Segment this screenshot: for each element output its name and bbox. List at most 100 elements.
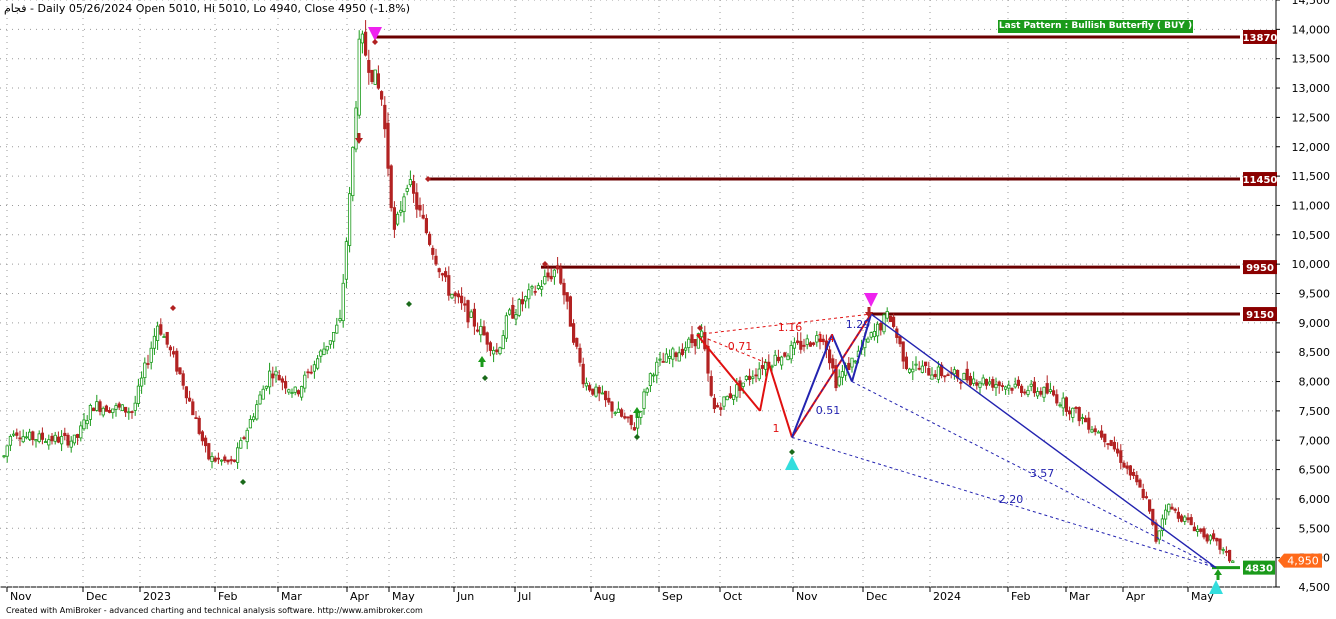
- candle-body: [748, 375, 752, 380]
- candle-body: [744, 375, 749, 380]
- candle-body: [463, 303, 467, 306]
- candle-body: [245, 429, 249, 443]
- y-tick-label: 13,000: [1292, 82, 1331, 95]
- candle-body: [981, 377, 985, 385]
- candle-body: [331, 332, 336, 342]
- candle-body: [165, 331, 169, 345]
- candle-body: [533, 290, 537, 293]
- candle-body: [946, 374, 950, 377]
- y-tick-label: 7,000: [1299, 434, 1331, 447]
- candle-body: [732, 394, 736, 400]
- candle-body: [328, 340, 333, 345]
- y-tick-label: 10,000: [1292, 258, 1331, 271]
- candle-body: [735, 384, 739, 398]
- candle-body: [88, 405, 92, 420]
- candle-body: [1026, 390, 1030, 395]
- candle-body: [597, 386, 601, 394]
- candle-body: [203, 437, 208, 447]
- candle-body: [677, 352, 681, 362]
- sell-signal-triangle: [368, 27, 382, 41]
- pattern-leg: [759, 363, 770, 412]
- candle-body: [927, 368, 931, 376]
- candle-body: [802, 344, 806, 347]
- candle-body: [485, 332, 489, 345]
- candle-body: [850, 357, 854, 368]
- candle-body: [466, 300, 470, 323]
- y-tick-label: 10,500: [1292, 229, 1331, 242]
- candle-body: [1077, 407, 1081, 422]
- candle-body: [917, 367, 921, 370]
- candle-body: [1058, 404, 1062, 407]
- candle-body: [610, 401, 614, 412]
- candle-body: [1148, 499, 1152, 512]
- candle-body: [751, 376, 755, 379]
- candle-body: [552, 269, 557, 278]
- candle-body: [840, 371, 845, 378]
- candle-body: [1173, 508, 1177, 511]
- candle-body: [831, 358, 835, 369]
- candle-body: [709, 376, 713, 396]
- candle-body: [370, 69, 374, 83]
- candle-body: [991, 379, 995, 388]
- candle-body: [162, 336, 166, 338]
- x-axis: Nov Dec 2023 Feb Mar Apr May Jun Jul Aug Sep Oct Nov…: [6, 587, 1214, 603]
- candle-body: [47, 439, 51, 446]
- candle-body: [636, 416, 640, 429]
- candle-body: [242, 437, 246, 439]
- pattern-ratio-label: 1: [773, 422, 780, 435]
- candle-body: [805, 338, 809, 345]
- candle-body: [520, 299, 525, 305]
- candle-body: [965, 368, 969, 381]
- candle-body: [1144, 496, 1148, 499]
- candle-body: [40, 432, 45, 440]
- candle-body: [543, 276, 547, 285]
- candle-body: [716, 405, 720, 408]
- candle-body: [95, 401, 99, 411]
- y-tick-label: 14,000: [1292, 23, 1331, 36]
- x-tick-label: 2024: [933, 590, 961, 603]
- candle-body: [674, 352, 678, 358]
- y-tick-label: 8,000: [1299, 376, 1331, 389]
- candle-body: [1093, 428, 1097, 433]
- candle-body: [1154, 522, 1158, 542]
- candle-body: [812, 342, 816, 345]
- pattern-ratio-label: 3.57: [1030, 467, 1055, 480]
- candle-body: [101, 407, 105, 416]
- x-tick-label: Oct: [723, 590, 743, 603]
- x-tick-label: Nov: [796, 590, 818, 603]
- candle-body: [34, 439, 38, 442]
- candle-body: [975, 382, 979, 386]
- candle-body: [479, 326, 483, 336]
- candle-body: [258, 394, 262, 405]
- y-tick-label: 6,500: [1299, 464, 1331, 477]
- candle-body: [914, 363, 918, 366]
- candle-body: [1228, 549, 1232, 562]
- candle-body: [178, 367, 182, 375]
- candle-body: [50, 435, 54, 442]
- candle-body: [149, 347, 153, 363]
- pattern-ratio-label: 0.71: [728, 340, 753, 353]
- candle-body: [27, 431, 32, 440]
- bottom-diamond: [240, 479, 246, 485]
- candle-body: [719, 407, 723, 410]
- candle-body: [754, 374, 758, 377]
- candle-body: [575, 337, 579, 347]
- candle-body: [235, 447, 240, 463]
- candle-body: [648, 373, 653, 386]
- x-tick-label: Feb: [218, 590, 237, 603]
- candle-body: [194, 417, 198, 420]
- candle-body: [411, 181, 416, 194]
- candle-body: [652, 374, 656, 377]
- candle-body: [600, 392, 605, 395]
- down-arrow: [865, 307, 873, 318]
- candle-body: [117, 403, 121, 408]
- top-diamond: [425, 176, 431, 182]
- y-tick-label: 13,500: [1292, 53, 1331, 66]
- candle-body: [469, 311, 473, 318]
- candle-body: [728, 393, 733, 399]
- candle-body: [952, 369, 957, 375]
- y-tick-label: 6,000: [1299, 493, 1331, 506]
- candle-body: [562, 282, 566, 296]
- candle-body: [373, 69, 377, 85]
- candle-body: [936, 366, 941, 380]
